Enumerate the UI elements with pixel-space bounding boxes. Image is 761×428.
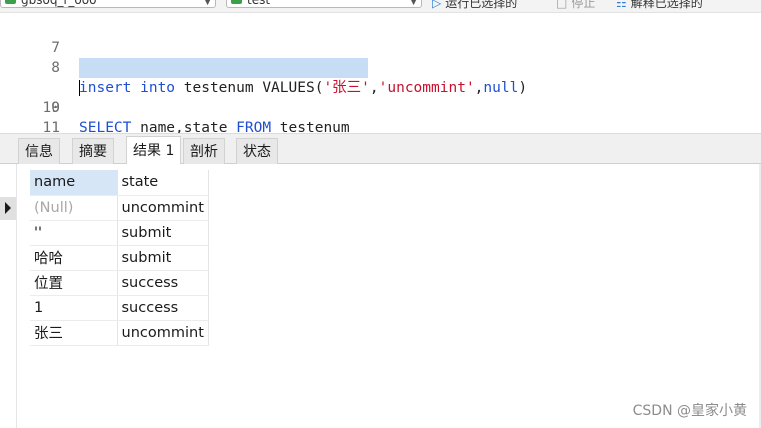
database-icon (231, 0, 242, 4)
row-selector-column[interactable] (0, 164, 17, 428)
chevron-down-icon: ▼ (410, 0, 417, 7)
cell-state[interactable]: uncommint (117, 195, 209, 221)
database-select[interactable]: test ▼ (226, 0, 422, 8)
column-header-state[interactable]: state (117, 170, 209, 196)
cell-name[interactable]: 1 (30, 295, 118, 321)
tab-summary[interactable]: 摘要 (72, 138, 114, 164)
tab-status[interactable]: 状态 (236, 138, 278, 164)
connection-select-value: gbsoq_r_ooo (21, 0, 97, 7)
chevron-down-icon: ▼ (204, 0, 211, 7)
text-cursor (79, 80, 80, 96)
run-selected-button[interactable]: ▷ 运行已选择的 (432, 0, 517, 11)
table-row[interactable]: '' submit (30, 220, 209, 246)
explain-icon: ☷ (616, 0, 627, 10)
cell-state[interactable]: submit (117, 245, 209, 271)
code-line[interactable]: 10 UPDATE testenum set state='submit' WH… (0, 78, 761, 156)
cell-name[interactable]: 张三 (30, 320, 118, 346)
result-tabs: 信息 摘要 结果 1 剖析 状态 (0, 133, 761, 165)
cell-state[interactable]: success (117, 270, 209, 296)
database-icon (5, 0, 16, 4)
code-line-selected[interactable]: 9 SELECT name,state FROM testenum (0, 58, 761, 136)
current-row-arrow-icon (5, 202, 11, 214)
connection-select[interactable]: gbsoq_r_ooo ▼ (0, 0, 216, 8)
table-row[interactable]: 位置 success (30, 270, 209, 296)
cell-state[interactable]: uncommint (117, 320, 209, 346)
sql-editor[interactable]: 7 desc testenum 8 insert into testenum V… (0, 13, 761, 156)
tab-info[interactable]: 信息 (18, 138, 60, 164)
run-selected-label: 运行已选择的 (445, 0, 518, 10)
watermark: CSDN @皇家小黄 (632, 403, 747, 419)
code-line[interactable]: 11 SELECT name,state FROM testenum (0, 98, 761, 156)
explain-selected-button[interactable]: ☷ 解释已选择的 (616, 0, 703, 11)
cell-name[interactable]: '' (30, 220, 118, 246)
cell-name[interactable]: 哈哈 (30, 245, 118, 271)
cell-state[interactable]: success (117, 295, 209, 321)
result-table[interactable]: name state (Null) uncommint '' submit 哈哈… (30, 170, 209, 346)
code-line[interactable]: 8 insert into testenum VALUES('张三','unco… (0, 38, 761, 96)
column-header-name[interactable]: name (30, 170, 118, 196)
table-header-row: name state (30, 170, 209, 196)
cell-name[interactable]: (Null) (30, 195, 118, 221)
cell-name[interactable]: 位置 (30, 270, 118, 296)
table-row[interactable]: 张三 uncommint (30, 320, 209, 346)
database-select-value: test (247, 0, 271, 7)
stop-icon: □ (556, 0, 568, 10)
toolbar: gbsoq_r_ooo ▼ test ▼ ▷ 运行已选择的 □ 停止 ☷ 解释已选择的 (0, 0, 761, 13)
tab-result-1[interactable]: 结果 1 (126, 136, 182, 165)
explain-selected-label: 解释已选择的 (630, 0, 703, 10)
table-row[interactable]: 哈哈 submit (30, 245, 209, 271)
table-row[interactable]: 1 success (30, 295, 209, 321)
stop-button[interactable]: □ 停止 (556, 0, 595, 11)
code-line[interactable]: 7 desc testenum (0, 18, 761, 76)
cell-state[interactable]: submit (117, 220, 209, 246)
result-grid[interactable]: name state (Null) uncommint '' submit 哈哈… (0, 164, 761, 428)
stop-label: 停止 (571, 0, 596, 10)
play-icon: ▷ (432, 0, 442, 10)
tab-profile[interactable]: 剖析 (183, 138, 225, 164)
table-row[interactable]: (Null) uncommint (30, 195, 209, 221)
text-selection (79, 58, 368, 78)
